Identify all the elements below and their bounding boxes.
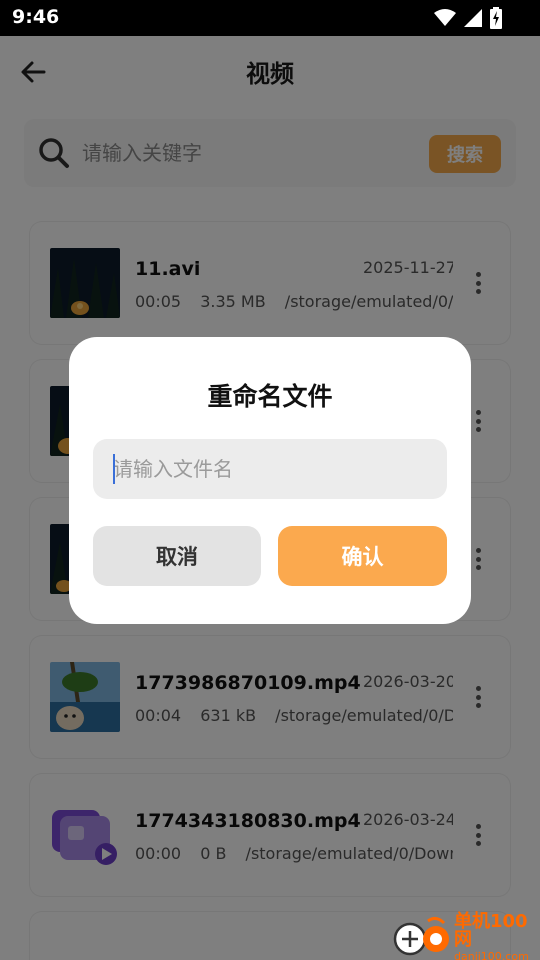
status-bar: 9:46 <box>0 0 540 36</box>
watermark-url: danji100.com <box>454 950 529 960</box>
status-icons <box>434 7 502 29</box>
status-time: 9:46 <box>12 6 60 28</box>
signal-icon <box>464 9 482 27</box>
watermark: 单机100网 danji100.com <box>392 911 540 960</box>
watermark-logo-icon <box>392 915 452 960</box>
rename-dialog: 重命名文件 取消 确认 <box>69 337 471 624</box>
text-caret <box>113 454 115 484</box>
dialog-title: 重命名文件 <box>207 382 333 411</box>
confirm-button[interactable]: 确认 <box>278 526 447 586</box>
cancel-button[interactable]: 取消 <box>93 526 261 586</box>
watermark-name: 单机100网 <box>454 911 528 950</box>
file-name-input[interactable] <box>93 439 447 499</box>
battery-charging-icon <box>490 7 502 29</box>
wifi-icon <box>434 9 456 26</box>
